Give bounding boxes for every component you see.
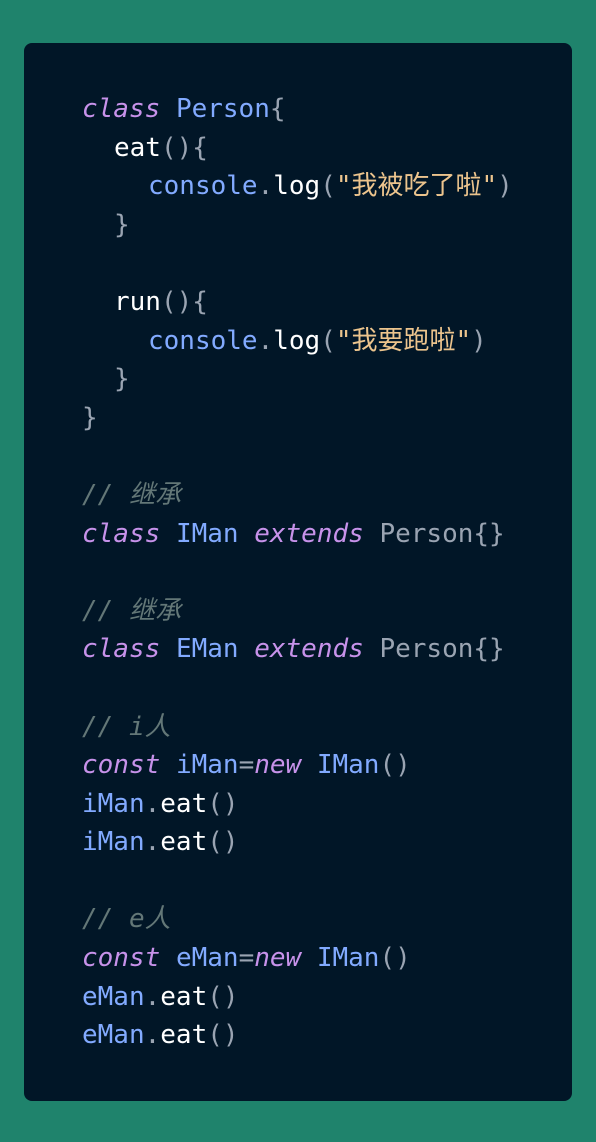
parent-class: Person{} (379, 634, 505, 665)
constructor-name: IMan (316, 943, 380, 974)
string-literal: "我被吃了啦" (335, 171, 498, 202)
paren-close: ) (471, 325, 487, 356)
constructor-name: IMan (316, 750, 380, 781)
code-comment: // 继承 (82, 592, 572, 631)
method-call: eat (160, 981, 208, 1012)
paren-close: ) (497, 171, 513, 202)
brace-close: } (114, 364, 130, 395)
equals: = (238, 750, 255, 781)
keyword-new: new (254, 750, 302, 781)
parens: () (207, 981, 239, 1012)
log-method: log (273, 171, 321, 202)
code-line: console.log("我被吃了啦") (82, 167, 572, 206)
parens: () (207, 1020, 239, 1051)
class-name-eman: EMan (175, 634, 239, 665)
keyword-const: const (82, 943, 161, 974)
parent-class: Person{} (379, 518, 505, 549)
keyword-class: class (82, 94, 161, 124)
dot: . (257, 171, 274, 202)
keyword-extends: extends (254, 518, 364, 549)
code-line: iMan.eat() (82, 785, 572, 824)
string-literal: "我要跑啦" (335, 325, 472, 356)
dot: . (144, 1020, 161, 1051)
brace-open: { (192, 286, 208, 317)
parens: () (207, 788, 239, 819)
code-line: } (82, 399, 572, 438)
class-name-person: Person (175, 94, 270, 124)
method-name-eat: eat (114, 132, 161, 163)
code-line: eMan.eat() (82, 978, 572, 1017)
code-block: class Person{ eat(){ console.log("我被吃了啦"… (24, 43, 572, 1101)
parens: () (160, 132, 193, 163)
code-line: const eMan=new IMan() (82, 939, 572, 978)
method-call: eat (160, 1020, 208, 1051)
code-line: run(){ (82, 283, 572, 322)
paren-open: ( (320, 325, 336, 356)
code-line: const iMan=new IMan() (82, 746, 572, 785)
parens: () (207, 827, 239, 858)
comment-text: // 继承 (82, 595, 181, 626)
keyword-extends: extends (254, 634, 364, 665)
variable-eman: eMan (175, 943, 239, 974)
comment-text: // 继承 (82, 479, 181, 510)
object-ref: iMan (82, 788, 145, 819)
dot: . (257, 325, 274, 356)
parens: () (160, 286, 193, 317)
keyword-class: class (82, 518, 161, 549)
variable-iman: iMan (175, 750, 239, 781)
console-object: console (148, 325, 258, 356)
equals: = (238, 943, 255, 974)
parens: () (379, 943, 411, 974)
dot: . (144, 788, 161, 819)
object-ref: eMan (82, 1020, 145, 1051)
brace-open: { (192, 132, 208, 163)
object-ref: iMan (82, 827, 145, 858)
keyword-new: new (254, 943, 302, 974)
keyword-const: const (82, 750, 161, 781)
code-line: } (82, 206, 572, 245)
log-method: log (273, 325, 321, 356)
code-line: class EMan extends Person{} (82, 630, 572, 669)
dot: . (144, 981, 161, 1012)
code-line: eMan.eat() (82, 1016, 572, 1055)
object-ref: eMan (82, 981, 145, 1012)
console-object: console (148, 171, 258, 202)
code-line: console.log("我要跑啦") (82, 322, 572, 361)
dot: . (144, 827, 161, 858)
comment-text: // i人 (82, 711, 171, 742)
class-name-iman: IMan (175, 518, 239, 549)
brace-open: { (269, 94, 286, 124)
code-line: class IMan extends Person{} (82, 515, 572, 554)
brace-close: } (82, 402, 98, 433)
code-comment: // e人 (82, 900, 572, 939)
paren-open: ( (320, 171, 336, 202)
code-line: eat(){ (82, 129, 572, 168)
method-call: eat (160, 788, 208, 819)
code-content: class Person{ eat(){ console.log("我被吃了啦"… (82, 90, 572, 1055)
keyword-class: class (82, 634, 161, 665)
code-comment: // 继承 (82, 476, 572, 515)
code-comment: // i人 (82, 708, 572, 747)
code-line: class Person{ (82, 90, 572, 129)
code-line: iMan.eat() (82, 823, 572, 862)
code-line: } (82, 360, 572, 399)
method-name-run: run (114, 286, 161, 317)
parens: () (379, 750, 411, 781)
method-call: eat (160, 827, 208, 858)
comment-text: // e人 (82, 904, 171, 935)
brace-close: } (114, 209, 130, 240)
